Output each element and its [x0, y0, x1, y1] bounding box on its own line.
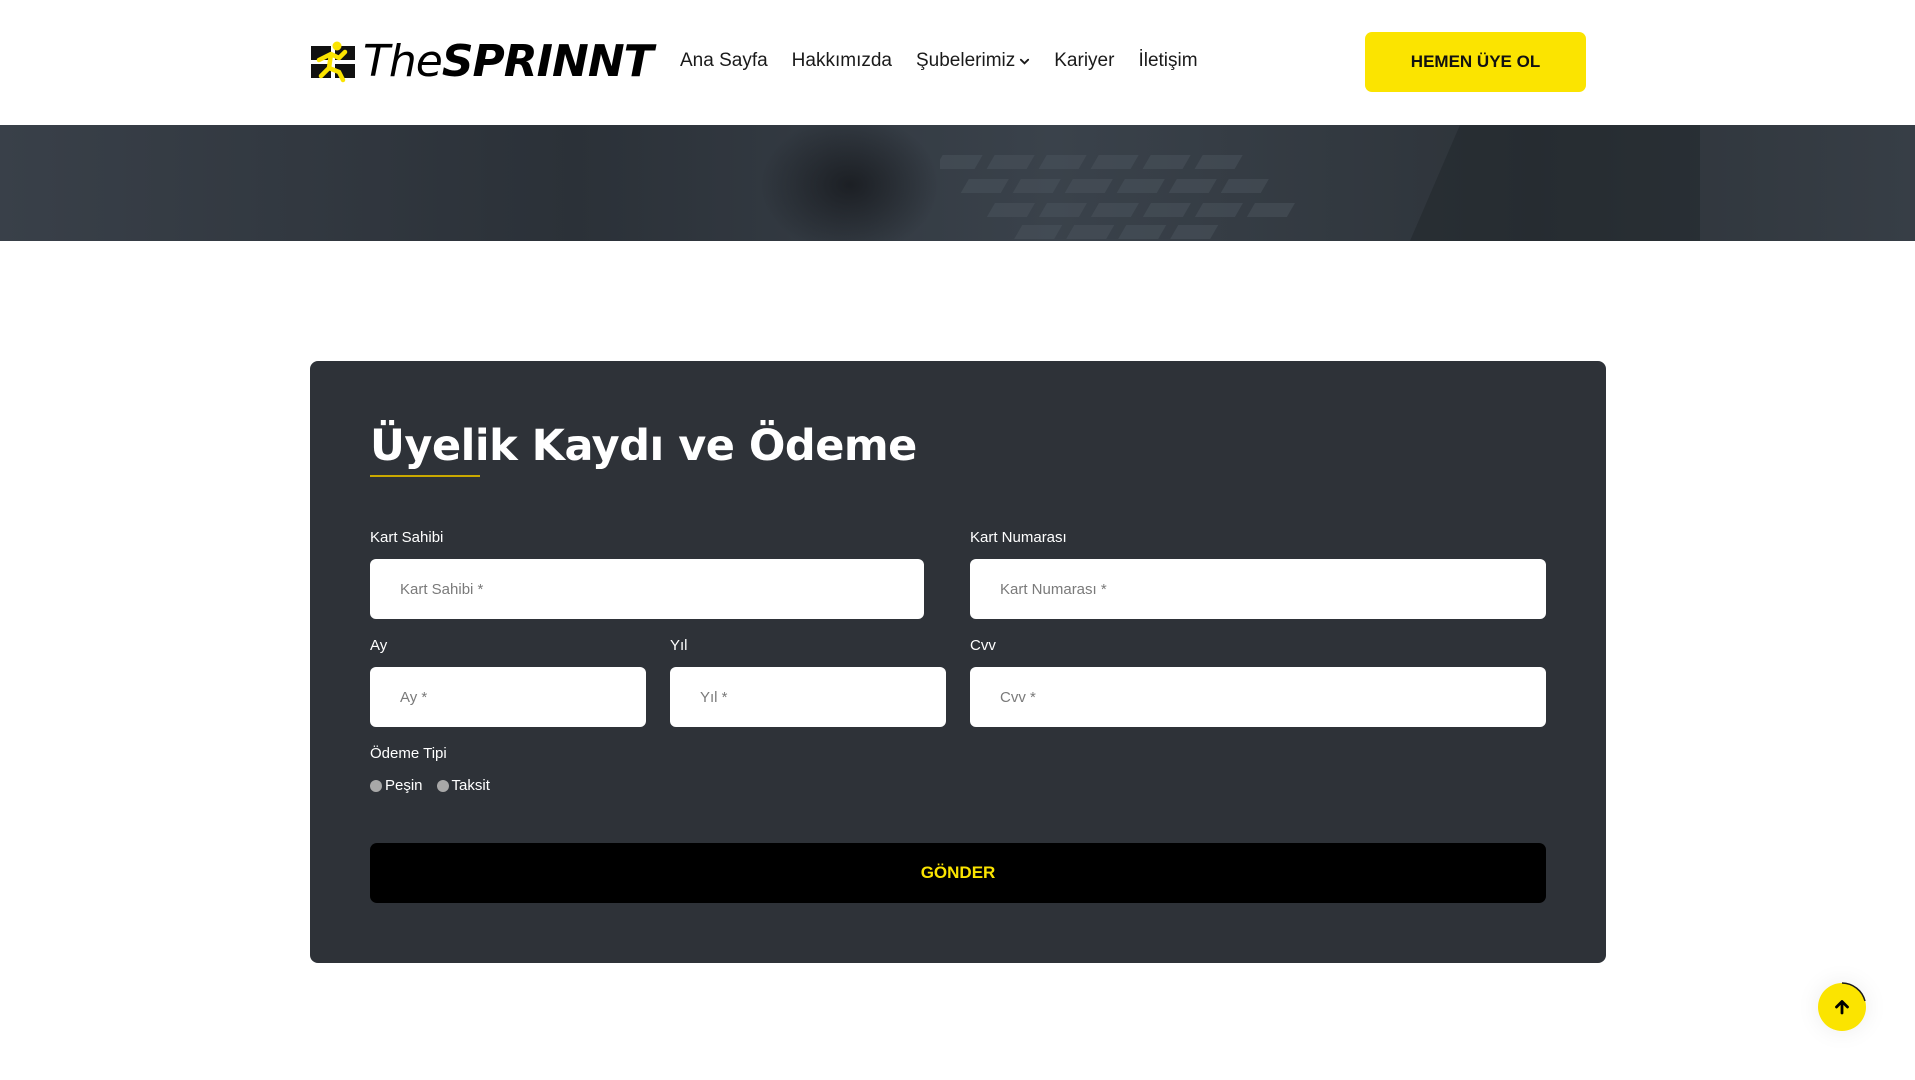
card-holder-label: Kart Sahibi: [370, 529, 444, 546]
radio-label: Peşin: [385, 777, 423, 794]
runner-logo-icon: [311, 41, 355, 83]
membership-payment-form: Üyelik Kaydı ve Ödeme Kart Sahibi Kart N…: [310, 361, 1606, 963]
site-header: TheSPRINNT Ana Sayfa Hakkımızda Şubeleri…: [0, 0, 1915, 125]
card-number-input[interactable]: [970, 559, 1546, 619]
payment-option-installment[interactable]: Taksit: [436, 777, 490, 794]
month-input[interactable]: [370, 667, 646, 727]
card-holder-input[interactable]: [370, 559, 924, 619]
nav-item-branches[interactable]: Şubelerimiz: [916, 50, 1030, 72]
logo-text-brand: SPRINNT: [441, 36, 654, 87]
scroll-progress-ring: [1841, 982, 1866, 1002]
logo-text-the: The: [363, 36, 443, 87]
submit-button[interactable]: GÖNDER: [370, 843, 1546, 903]
payment-type-label: Ödeme Tipi: [370, 745, 447, 762]
nav-item-about[interactable]: Hakkımızda: [792, 50, 892, 72]
join-now-button[interactable]: HEMEN ÜYE OL: [1365, 32, 1586, 92]
nav-item-label: Ana Sayfa: [680, 50, 768, 71]
card-number-label: Kart Numarası: [970, 529, 1067, 546]
nav-item-label: Şubelerimiz: [915, 50, 1016, 71]
payment-type-options: Peşin Taksit: [370, 777, 490, 794]
site-logo[interactable]: TheSPRINNT: [309, 36, 654, 88]
title-underline: [370, 475, 480, 477]
logo-wordmark: TheSPRINNT: [363, 40, 654, 84]
year-label: Yıl: [670, 637, 688, 654]
hero-banner-image: [0, 125, 1915, 241]
keyboard-graphic: [940, 125, 1700, 241]
nav-item-label: Hakkımızda: [791, 50, 892, 71]
payment-option-cash[interactable]: Peşin: [370, 777, 423, 794]
back-to-top-button[interactable]: [1818, 982, 1866, 1031]
nav-item-home[interactable]: Ana Sayfa: [680, 50, 768, 72]
hero-hand-shadow: [760, 125, 940, 241]
month-label: Ay: [370, 637, 388, 654]
radio-button[interactable]: [436, 779, 449, 792]
form-title: Üyelik Kaydı ve Ödeme: [370, 421, 917, 471]
nav-item-label: İletişim: [1138, 50, 1198, 71]
nav-item-careers[interactable]: Kariyer: [1054, 50, 1114, 72]
radio-button[interactable]: [370, 779, 382, 792]
nav-item-label: Kariyer: [1054, 50, 1115, 71]
year-input[interactable]: [670, 667, 946, 727]
cvv-input[interactable]: [970, 667, 1546, 727]
nav-item-contact[interactable]: İletişim: [1138, 50, 1197, 72]
chevron-down-icon: [1020, 58, 1030, 65]
cvv-label: Cvv: [970, 637, 996, 654]
main-nav: Ana Sayfa Hakkımızda Şubelerimiz Kariyer…: [680, 50, 1198, 72]
radio-label: Taksit: [451, 777, 490, 794]
